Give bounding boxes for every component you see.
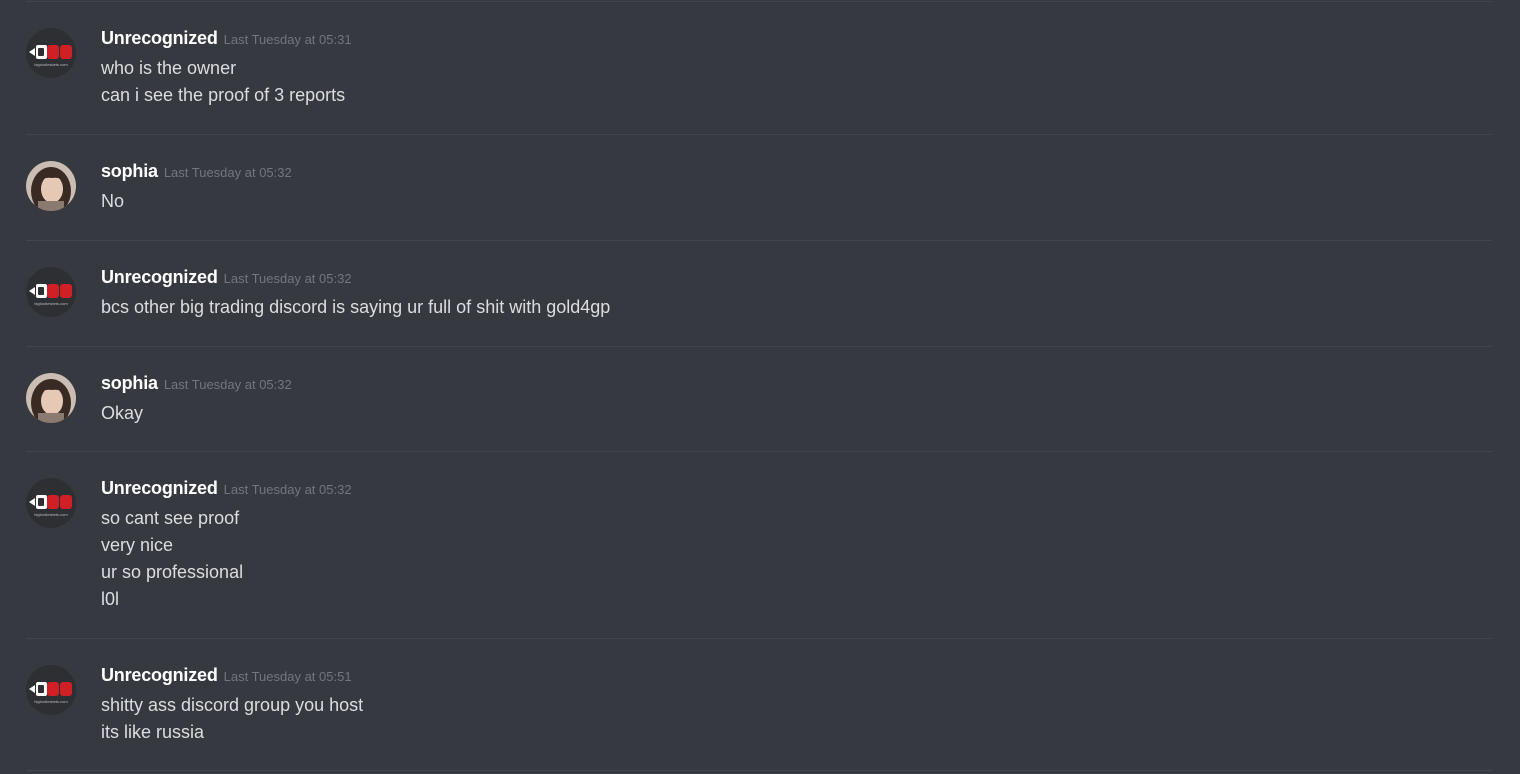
username[interactable]: Unrecognized	[101, 665, 218, 685]
message-header: Unrecognized Last Tuesday at 05:31	[101, 28, 352, 52]
message-content: so cant see proof very nice ur so profes…	[101, 505, 243, 613]
username[interactable]: sophia	[101, 161, 158, 181]
message-divider	[26, 638, 1492, 639]
avatar-logo-text: bigbodiesbets.com	[34, 512, 68, 517]
bigbodiesbets-logo-icon[interactable]: bigbodiesbets.com	[26, 665, 76, 715]
timestamp: Last Tuesday at 05:32	[223, 271, 352, 286]
timestamp: Last Tuesday at 05:32	[163, 377, 292, 392]
message-header: Unrecognized Last Tuesday at 05:32	[101, 267, 352, 291]
message-content: shitty ass discord group you host its li…	[101, 692, 363, 746]
message-content: Okay	[101, 400, 143, 427]
avatar-logo-text: bigbodiesbets.com	[34, 699, 68, 704]
message-line: so cant see proof	[101, 508, 240, 528]
message-line: can i see the proof of 3 reports	[101, 85, 346, 105]
message-line: No	[101, 191, 125, 211]
username[interactable]: Unrecognized	[101, 28, 218, 48]
message-header: sophia Last Tuesday at 05:32	[101, 373, 292, 397]
username[interactable]: sophia	[101, 373, 158, 393]
bigbodiesbets-logo-icon[interactable]: bigbodiesbets.com	[26, 28, 76, 78]
message-header: Unrecognized Last Tuesday at 05:32	[101, 478, 352, 502]
message-line: who is the owner	[101, 58, 237, 78]
message-line: Okay	[101, 403, 144, 423]
bigbodiesbets-logo-icon[interactable]: bigbodiesbets.com	[26, 478, 76, 528]
message-line: its like russia	[101, 722, 205, 742]
message-line: ur so professional	[101, 562, 244, 582]
message-header: sophia Last Tuesday at 05:32	[101, 161, 292, 185]
user-photo-avatar[interactable]	[26, 161, 76, 211]
username[interactable]: Unrecognized	[101, 478, 218, 498]
message-divider	[26, 346, 1492, 347]
user-photo-avatar[interactable]	[26, 373, 76, 423]
message-divider	[26, 451, 1492, 452]
message-content: who is the owner can i see the proof of …	[101, 55, 345, 109]
message-line: very nice	[101, 535, 174, 555]
message-line: shitty ass discord group you host	[101, 695, 364, 715]
message-line: bcs other big trading discord is saying …	[101, 297, 611, 317]
username[interactable]: Unrecognized	[101, 267, 218, 287]
bigbodiesbets-logo-icon[interactable]: bigbodiesbets.com	[26, 267, 76, 317]
timestamp: Last Tuesday at 05:51	[223, 669, 352, 684]
message-divider	[26, 134, 1492, 135]
message-header: Unrecognized Last Tuesday at 05:51	[101, 665, 352, 689]
avatar-logo-text: bigbodiesbets.com	[34, 301, 68, 306]
chat-log: bigbodiesbets.com Unrecognized Last Tuesd…	[0, 0, 1520, 774]
message-content: No	[101, 188, 124, 215]
avatar-logo-text: bigbodiesbets.com	[34, 62, 68, 67]
message-divider	[26, 770, 1492, 771]
message-line: l0l	[101, 589, 120, 609]
timestamp: Last Tuesday at 05:31	[223, 32, 352, 47]
message-divider	[26, 240, 1492, 241]
timestamp: Last Tuesday at 05:32	[163, 165, 292, 180]
message-divider	[26, 1, 1492, 2]
message-content: bcs other big trading discord is saying …	[101, 294, 610, 321]
timestamp: Last Tuesday at 05:32	[223, 482, 352, 497]
